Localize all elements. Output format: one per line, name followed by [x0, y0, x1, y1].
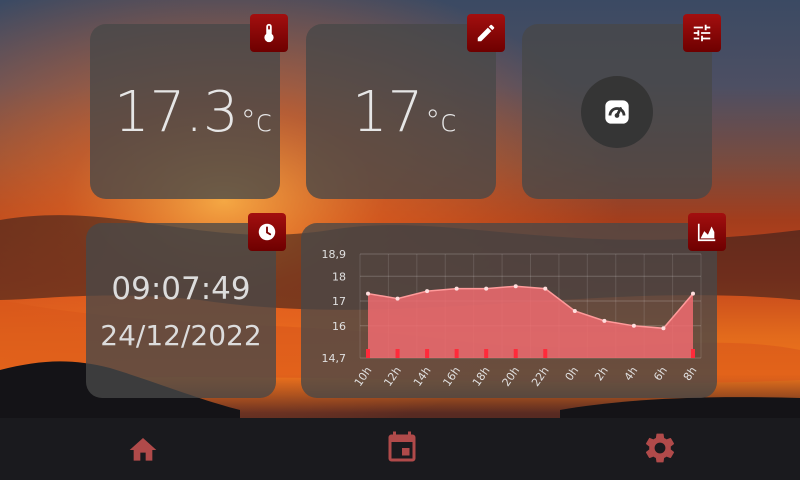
- thermometer-icon: [264, 23, 274, 43]
- clock-card: 09:07:49 24/12/2022: [86, 223, 276, 398]
- edit-setpoint-button[interactable]: [467, 14, 505, 52]
- data-point: [513, 284, 518, 289]
- data-point: [572, 308, 577, 313]
- x-tick-label: 16h: [440, 364, 463, 389]
- sliders-icon: [693, 24, 711, 42]
- mode-settings-button[interactable]: [683, 14, 721, 52]
- y-tick-label: 17: [332, 295, 346, 308]
- measured-temperature-value: 17.3: [114, 80, 239, 145]
- measured-temperature-unit: °c: [240, 104, 273, 139]
- home-icon[interactable]: [126, 434, 160, 466]
- temperature-history-chart: 18,9 18 17 16 14,7 10h 12h 14h 16h 18h 20h 22h 0h 2h 4…: [322, 248, 702, 389]
- heating-marker: [425, 349, 430, 358]
- data-point: [454, 286, 459, 291]
- x-tick-label: 2h: [592, 364, 611, 383]
- x-tick-label: 14h: [411, 364, 434, 389]
- calendar-icon[interactable]: [384, 430, 420, 466]
- data-point: [631, 323, 636, 328]
- y-tick-label: 18: [332, 270, 346, 283]
- x-tick-label: 0h: [563, 364, 582, 383]
- x-tick-label: 22h: [529, 364, 552, 389]
- heating-marker: [395, 349, 400, 358]
- measured-temperature-readout: 17.3°c: [114, 80, 272, 145]
- x-tick-label: 18h: [470, 364, 493, 389]
- data-point: [602, 318, 607, 323]
- x-tick-label: 8h: [681, 364, 700, 383]
- thermometer-badge: [250, 14, 288, 52]
- x-tick-label: 10h: [352, 364, 375, 389]
- setpoint-temperature-value: 17: [352, 80, 424, 145]
- data-point: [366, 291, 370, 296]
- x-tick-label: 12h: [381, 364, 404, 389]
- clock-time: 09:07:49: [111, 271, 251, 307]
- heating-marker: [366, 349, 370, 358]
- heating-marker: [691, 349, 695, 358]
- gauge-icon: [605, 100, 629, 124]
- y-tick-label: 16: [332, 320, 346, 333]
- setpoint-temperature-unit: °c: [425, 104, 457, 139]
- pencil-icon: [477, 24, 495, 42]
- data-point: [661, 326, 666, 331]
- heating-marker: [513, 349, 518, 358]
- heating-marker: [484, 349, 489, 358]
- clock-badge[interactable]: [248, 213, 286, 251]
- data-point: [425, 289, 430, 294]
- setpoint-temperature-readout: 17°c: [352, 80, 457, 145]
- x-tick-label: 4h: [622, 364, 641, 383]
- heating-marker: [543, 349, 548, 358]
- data-point: [395, 296, 400, 301]
- y-tick-label: 14,7: [322, 352, 347, 365]
- y-tick-label: 18,9: [322, 248, 347, 261]
- x-tick-label: 20h: [500, 364, 523, 389]
- x-tick-label: 6h: [651, 364, 670, 383]
- clock-icon: [258, 223, 276, 241]
- clock-date: 24/12/2022: [100, 319, 262, 352]
- data-point: [484, 286, 489, 291]
- mode-button[interactable]: [581, 76, 653, 148]
- gear-icon[interactable]: [642, 430, 678, 466]
- heating-marker: [454, 349, 459, 358]
- data-point: [691, 291, 695, 296]
- data-point: [543, 286, 548, 291]
- bottom-navigation: [0, 420, 800, 480]
